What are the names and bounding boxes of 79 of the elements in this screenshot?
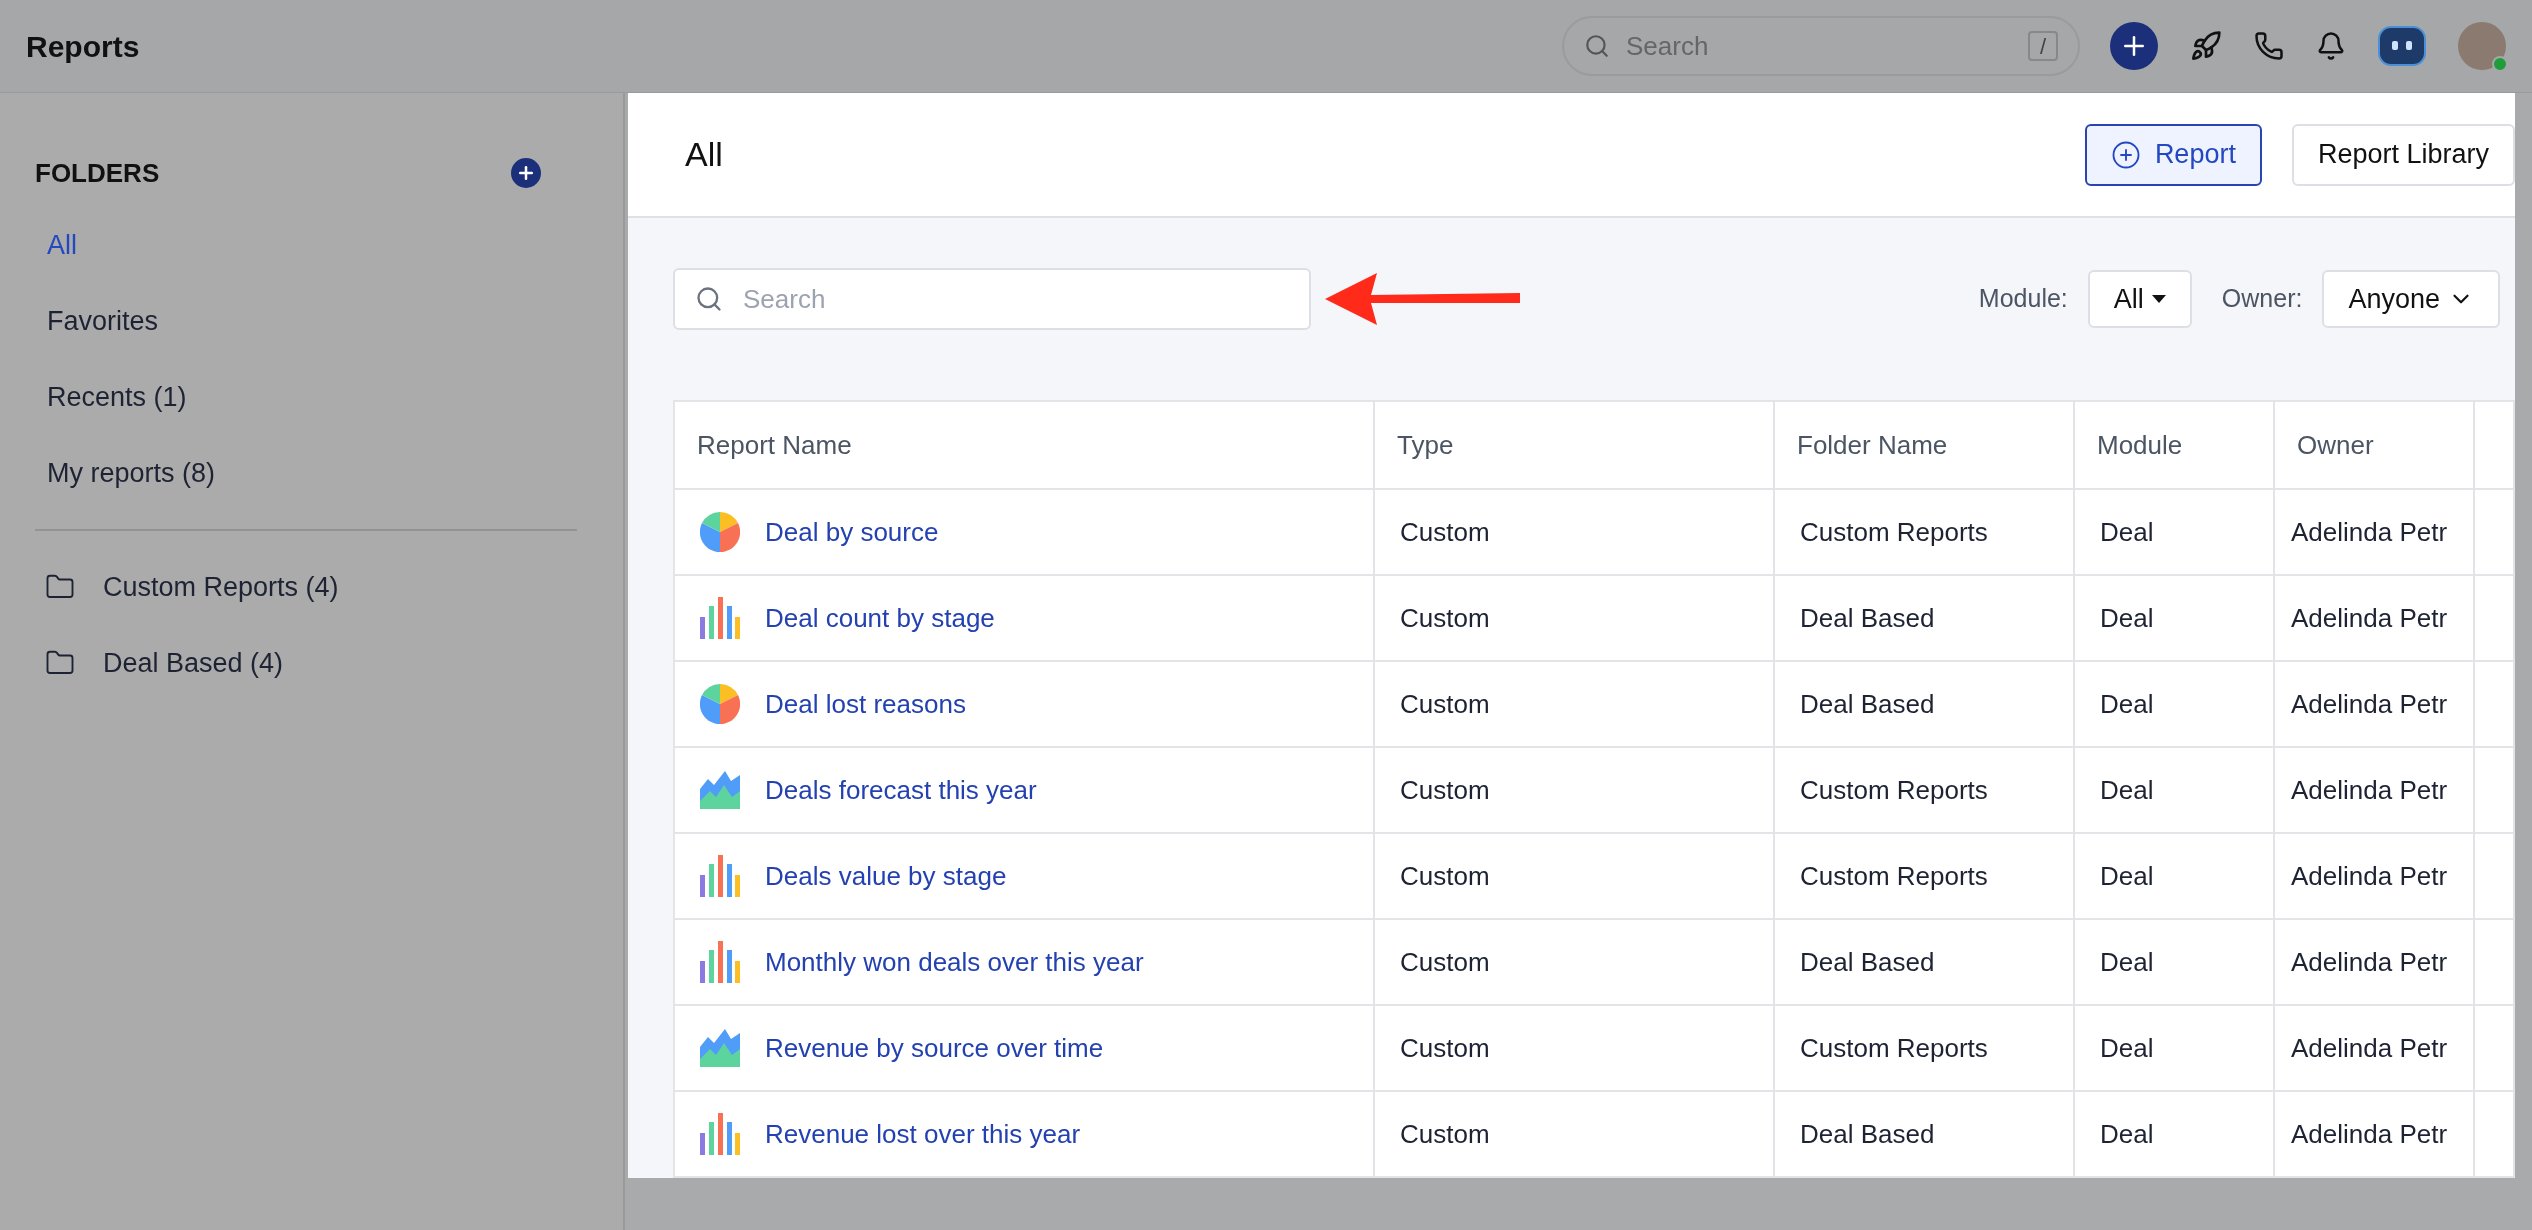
report-link[interactable]: Deal count by stage [765, 598, 995, 638]
plus-circle-icon [2110, 139, 2141, 170]
table-cell: Deal [2074, 1005, 2274, 1091]
table-cell: Custom [1374, 1091, 1774, 1177]
report-link[interactable]: Deals forecast this year [765, 770, 1037, 810]
table-cell: Deal Based [1774, 1091, 2074, 1177]
table-cell: Deal [2074, 1091, 2274, 1177]
table-cell: Custom [1374, 575, 1774, 661]
column-header: Report Name [674, 401, 1374, 489]
bar-chart-icon [700, 855, 740, 897]
new-report-button[interactable]: Report [2084, 123, 2262, 186]
table-cell: Deal [2074, 661, 2274, 747]
filter-dropdown[interactable]: Anyone [2322, 270, 2500, 328]
sidebar-item[interactable]: Favorites [35, 283, 588, 359]
table-cell: Deal Based [1774, 575, 2074, 661]
column-header: Owner [2274, 401, 2474, 489]
search-icon [1584, 33, 1610, 59]
filter-dropdown[interactable]: All [2087, 270, 2192, 328]
table-cell: Adelinda Petr [2274, 747, 2474, 833]
search-icon [695, 285, 723, 313]
plus-icon [516, 163, 536, 183]
bar-chart-icon [700, 597, 740, 639]
search-placeholder: Search [743, 282, 826, 316]
panel-title: All [685, 134, 724, 175]
table-cell: Adelinda Petr [2274, 575, 2474, 661]
sidebar-item[interactable]: My reports (8) [35, 435, 588, 511]
table-cell: Deal [2074, 919, 2274, 1005]
bar-chart-icon [700, 941, 740, 983]
table-cell: Custom [1374, 747, 1774, 833]
phone-icon[interactable] [2254, 31, 2284, 61]
table-cell: Adelinda Petr [2274, 1091, 2474, 1177]
table-cell: Adelinda Petr [2274, 489, 2474, 575]
bell-icon[interactable] [2316, 31, 2346, 61]
pie-chart-icon [700, 684, 740, 724]
search-field[interactable]: Search / [1562, 16, 2080, 76]
caret-icon [2151, 295, 2166, 303]
area-chart-icon [700, 771, 740, 809]
report-library-button[interactable]: Report Library [2291, 123, 2515, 186]
report-link[interactable]: Deals value by stage [765, 856, 1007, 896]
table-cell: Adelinda Petr [2274, 919, 2474, 1005]
table-cell: Adelinda Petr [2274, 833, 2474, 919]
table-cell: Custom [1374, 833, 1774, 919]
table-cell: Deal [2074, 575, 2274, 661]
table-cell: Deal [2074, 833, 2274, 919]
table-cell: Custom Reports [1774, 747, 2074, 833]
table-cell: Custom [1374, 919, 1774, 1005]
folders-heading: FOLDERS [35, 156, 160, 190]
folder-item[interactable]: Deal Based (4) [35, 625, 588, 701]
column-header: Type [1374, 401, 1774, 489]
table-cell: Custom Reports [1774, 833, 2074, 919]
page-title: Reports [26, 28, 140, 65]
area-chart-icon [700, 1029, 740, 1067]
rocket-icon[interactable] [2190, 30, 2222, 62]
add-folder-button[interactable] [511, 158, 541, 188]
add-button[interactable] [2110, 22, 2158, 70]
table-cell: Deal [2074, 747, 2274, 833]
table-cell: Deal Based [1774, 661, 2074, 747]
table-cell: Adelinda Petr [2274, 661, 2474, 747]
report-link[interactable]: Deal lost reasons [765, 684, 966, 724]
bar-chart-icon [700, 1113, 740, 1155]
table-cell: Custom Reports [1774, 489, 2074, 575]
table-cell: Custom [1374, 489, 1774, 575]
table-cell: Adelinda Petr [2274, 1005, 2474, 1091]
filter-label: Owner: [2221, 283, 2303, 315]
table-cell: Custom [1374, 661, 1774, 747]
shortcut-key: / [2028, 31, 2058, 61]
folder-item[interactable]: Custom Reports (4) [35, 549, 588, 625]
table-cell: Deal Based [1774, 919, 2074, 1005]
table-cell: Custom [1374, 1005, 1774, 1091]
report-link[interactable]: Deal by source [765, 512, 939, 552]
column-header: Module [2074, 401, 2274, 489]
robot-icon[interactable] [2378, 26, 2426, 66]
sidebar-item[interactable]: Recents (1) [35, 359, 588, 435]
search-placeholder: Search [1626, 29, 1710, 63]
pie-chart-icon [700, 512, 740, 552]
column-header: Folder Name [1774, 401, 2074, 489]
table-cell: Deal [2074, 489, 2274, 575]
table-cell: Custom Reports [1774, 1005, 2074, 1091]
filter-label: Module: [1978, 283, 2068, 315]
